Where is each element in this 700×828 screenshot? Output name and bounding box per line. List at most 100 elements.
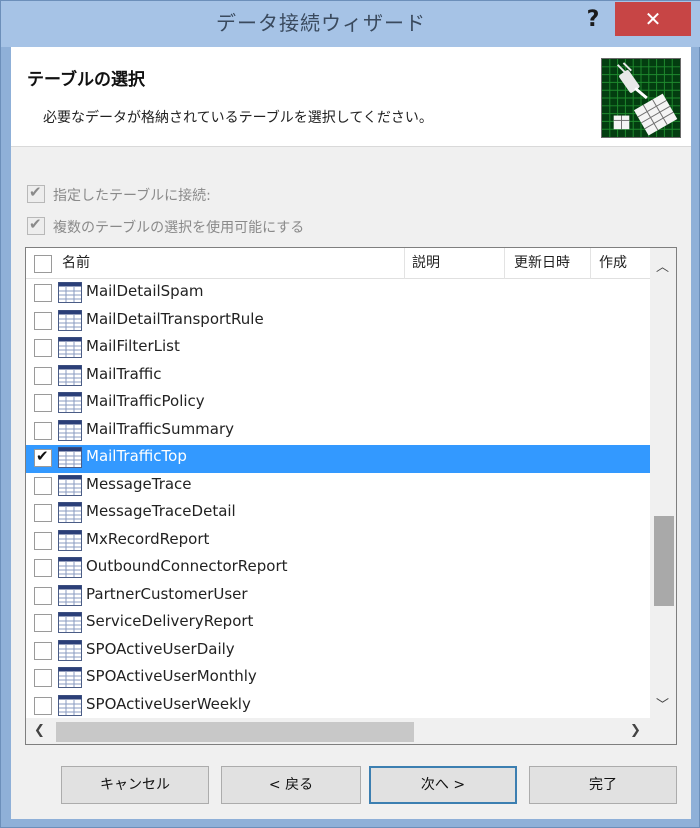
- table-name: MailTraffic: [86, 364, 162, 383]
- row-checkbox[interactable]: [34, 641, 52, 660]
- row-checkbox[interactable]: [34, 394, 52, 412]
- window-title: データ接続ウィザード: [216, 11, 426, 35]
- table-icon: [58, 612, 82, 633]
- table-name: MessageTrace: [86, 474, 192, 493]
- row-checkbox[interactable]: ✔: [34, 447, 52, 467]
- table-row[interactable]: MxRecordReport: [26, 528, 650, 556]
- row-checkbox[interactable]: [34, 476, 52, 495]
- row-checkbox[interactable]: [34, 339, 52, 357]
- column-divider[interactable]: [504, 248, 505, 279]
- list-header: 名前 説明 更新日時 作成: [26, 248, 650, 279]
- table-list[interactable]: 名前 説明 更新日時 作成 MailDetailSpam MailDetailTr…: [25, 247, 677, 745]
- table-icon: [58, 474, 82, 496]
- connect-specific-table-checkbox[interactable]: ✔: [27, 183, 45, 203]
- table-icon: [58, 557, 82, 578]
- wizard-header: テーブルの選択 必要なデータが格納されているテーブルを選択してください。: [11, 47, 691, 147]
- row-checkbox[interactable]: [34, 669, 52, 687]
- table-icon: [58, 694, 82, 716]
- table-row[interactable]: MailDetailSpam: [26, 280, 650, 308]
- row-checkbox[interactable]: [34, 614, 52, 632]
- scroll-corner: [650, 718, 676, 744]
- row-checkbox[interactable]: [34, 421, 52, 440]
- table-icon: [58, 364, 82, 386]
- table-name: MailDetailTransportRule: [86, 309, 264, 328]
- page-description: 必要なデータが格納されているテーブルを選択してください。: [43, 110, 433, 126]
- column-header-description[interactable]: 説明: [404, 248, 504, 279]
- table-row[interactable]: MailDetailTransportRule: [26, 308, 650, 336]
- table-icon: [58, 392, 82, 413]
- dialog-body: テーブルの選択 必要なデータが格納されているテーブルを選択してください。 ✔ 指…: [11, 47, 691, 819]
- table-icon: [58, 667, 82, 688]
- enable-multiple-tables-checkbox[interactable]: ✔: [27, 215, 45, 235]
- table-icon: [58, 639, 82, 661]
- table-row[interactable]: PartnerCustomerUser: [26, 583, 650, 611]
- checkmark-icon: ✔: [29, 183, 42, 201]
- select-all-checkbox[interactable]: [34, 255, 52, 273]
- table-name: MailDetailSpam: [86, 282, 204, 300]
- back-button[interactable]: < 戻る: [221, 766, 361, 804]
- checkmark-icon: ✔: [29, 215, 42, 233]
- checkmark-icon: ✔: [36, 447, 49, 465]
- table-icon: [58, 447, 82, 468]
- row-checkbox[interactable]: [34, 311, 52, 330]
- column-header-name[interactable]: 名前: [54, 248, 404, 279]
- table-name: MailFilterList: [86, 337, 180, 355]
- cancel-button[interactable]: キャンセル: [61, 766, 209, 804]
- table-row[interactable]: OutboundConnectorReport: [26, 555, 650, 583]
- wizard-window: データ接続ウィザード ? ✕ テーブルの選択 必要なデータが格納されているテーブ…: [0, 0, 700, 828]
- table-icon: [58, 502, 82, 523]
- row-checkbox[interactable]: [34, 504, 52, 522]
- row-checkbox[interactable]: [34, 586, 52, 605]
- table-icon: [58, 419, 82, 441]
- table-icon: [58, 584, 82, 606]
- page-title: テーブルの選択: [27, 70, 145, 90]
- table-icon: [58, 282, 82, 303]
- connect-specific-table-label: 指定したテーブルに接続:: [53, 188, 211, 204]
- table-name: MailTrafficPolicy: [86, 392, 205, 410]
- table-row[interactable]: MailTrafficPolicy: [26, 390, 650, 418]
- scroll-right-icon[interactable]: ❯: [630, 723, 641, 738]
- next-button[interactable]: 次へ >: [369, 766, 517, 804]
- column-header-modified[interactable]: 更新日時: [506, 248, 590, 279]
- table-name: MxRecordReport: [86, 529, 210, 548]
- table-icon: [58, 309, 82, 331]
- scroll-up-icon[interactable]: ︿: [656, 256, 669, 275]
- row-checkbox[interactable]: [34, 696, 52, 715]
- table-rows: MailDetailSpam MailDetailTransportRule Mai…: [26, 280, 650, 718]
- table-name: SPOActiveUserDaily: [86, 639, 235, 658]
- table-row[interactable]: MessageTraceDetail: [26, 500, 650, 528]
- table-row[interactable]: SPOActiveUserMonthly: [26, 665, 650, 693]
- table-icon: [58, 529, 82, 551]
- row-checkbox[interactable]: [34, 531, 52, 550]
- help-button[interactable]: ?: [573, 3, 613, 37]
- finish-button[interactable]: 完了: [529, 766, 677, 804]
- table-name: SPOActiveUserMonthly: [86, 667, 257, 685]
- table-row[interactable]: MailFilterList: [26, 335, 650, 363]
- table-name: MailTrafficTop: [86, 447, 187, 465]
- table-icon: [58, 337, 82, 358]
- table-name: ServiceDeliveryReport: [86, 612, 254, 630]
- row-checkbox[interactable]: [34, 559, 52, 577]
- table-row[interactable]: ✔ MailTrafficTop: [26, 445, 650, 473]
- row-checkbox[interactable]: [34, 366, 52, 385]
- vertical-scrollbar[interactable]: ︿ ﹀: [650, 248, 676, 718]
- scroll-left-icon[interactable]: ❮: [34, 723, 45, 738]
- column-header-created[interactable]: 作成: [591, 248, 651, 279]
- title-bar[interactable]: データ接続ウィザード ? ✕: [1, 1, 700, 47]
- scroll-down-icon[interactable]: ﹀: [656, 694, 669, 713]
- table-row[interactable]: ServiceDeliveryReport: [26, 610, 650, 638]
- vertical-scroll-thumb[interactable]: [654, 516, 674, 606]
- horizontal-scroll-thumb[interactable]: [56, 722, 414, 742]
- close-button[interactable]: ✕: [615, 2, 691, 36]
- table-row[interactable]: MailTrafficSummary: [26, 418, 650, 446]
- horizontal-scrollbar[interactable]: ❮ ❯: [26, 718, 650, 744]
- table-row[interactable]: SPOActiveUserWeekly: [26, 693, 650, 719]
- table-name: OutboundConnectorReport: [86, 557, 288, 575]
- table-row[interactable]: MailTraffic: [26, 363, 650, 391]
- enable-multiple-tables-label: 複数のテーブルの選択を使用可能にする: [53, 220, 305, 236]
- table-name: SPOActiveUserWeekly: [86, 694, 251, 713]
- table-name: MessageTraceDetail: [86, 502, 236, 520]
- row-checkbox[interactable]: [34, 284, 52, 302]
- table-row[interactable]: SPOActiveUserDaily: [26, 638, 650, 666]
- table-row[interactable]: MessageTrace: [26, 473, 650, 501]
